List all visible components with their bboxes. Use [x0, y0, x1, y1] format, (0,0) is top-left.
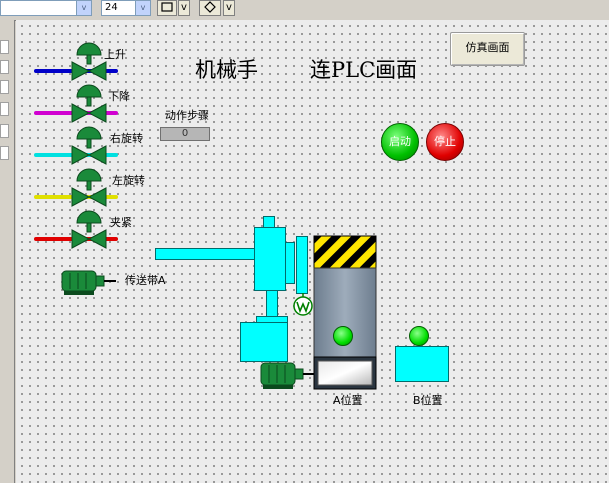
position-b-label: B位置 [413, 394, 443, 407]
chevron-down-icon[interactable]: v [76, 1, 91, 15]
font-size-value: 24 [105, 2, 118, 13]
robot-arm-joint [285, 242, 295, 284]
motor-icon[interactable] [60, 267, 118, 297]
step-value-display: 0 [160, 127, 210, 141]
valve-label: 夹紧 [110, 216, 132, 229]
page-title-left: 机械手 [195, 58, 258, 82]
valve-icon[interactable] [70, 126, 108, 165]
page-title-right: 连PLC画面 [310, 58, 418, 82]
station-a-indicator [333, 326, 353, 346]
paint-bucket-icon [204, 1, 216, 13]
valve-icon[interactable] [70, 84, 108, 123]
fill-color-button[interactable] [199, 0, 221, 16]
left-palette [0, 20, 15, 483]
gripper-icon [293, 293, 313, 316]
valve-icon[interactable] [70, 168, 108, 207]
motor-icon[interactable] [259, 359, 321, 391]
position-a-label: A位置 [333, 394, 363, 407]
valve-label: 左旋转 [112, 174, 145, 187]
robot-arm-base [240, 322, 288, 362]
chevron-down-icon[interactable]: v [135, 1, 150, 15]
line-color-icon [161, 2, 173, 12]
robot-arm-vertical [296, 236, 308, 294]
station-a [313, 235, 377, 390]
palette-button[interactable] [0, 146, 9, 160]
line-color-dropdown[interactable]: v [178, 0, 190, 16]
palette-button[interactable] [0, 102, 9, 116]
robot-arm-horizontal [155, 248, 255, 260]
valve-icon[interactable] [70, 210, 108, 249]
line-color-button[interactable] [157, 0, 177, 16]
valve-label: 下降 [108, 90, 130, 103]
station-b-block [395, 346, 449, 382]
font-size-combo[interactable]: 24 v [101, 0, 151, 16]
simulation-screen-button[interactable]: 仿真画面 [450, 32, 525, 66]
start-button[interactable]: 启动 [381, 123, 419, 161]
station-b-indicator [409, 326, 429, 346]
valve-icon[interactable] [70, 42, 108, 81]
font-name-combo[interactable]: v [0, 0, 92, 16]
palette-button[interactable] [0, 124, 9, 138]
palette-button[interactable] [0, 60, 9, 74]
stop-button[interactable]: 停止 [426, 123, 464, 161]
robot-arm-column-lower [266, 290, 278, 318]
valve-label: 上升 [104, 48, 126, 61]
step-label: 动作步骤 [165, 109, 209, 122]
robot-arm-column-upper [254, 227, 286, 291]
toolbar: v 24 v v v [0, 0, 609, 21]
palette-button[interactable] [0, 80, 9, 94]
conveyor-label: 传送带A [125, 274, 166, 287]
fill-color-dropdown[interactable]: v [223, 0, 235, 16]
valve-label: 右旋转 [110, 132, 143, 145]
palette-button[interactable] [0, 40, 9, 54]
